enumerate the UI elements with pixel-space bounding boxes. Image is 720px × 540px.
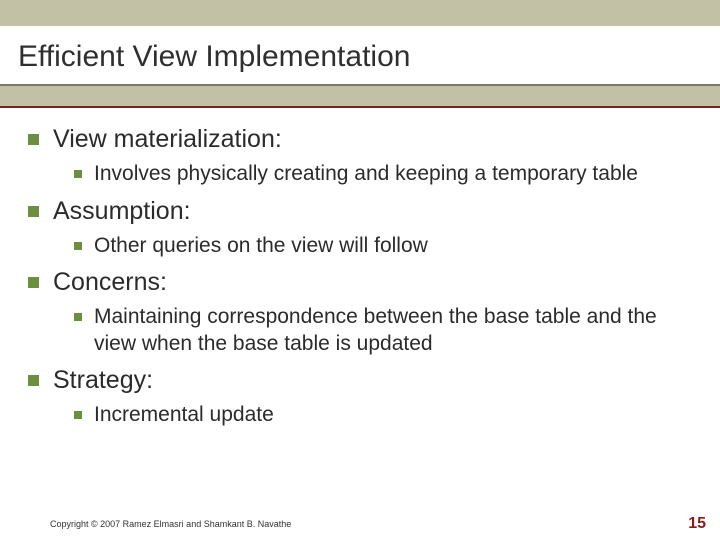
list-item: Concerns: xyxy=(28,267,692,298)
list-item-label: Other queries on the view will follow xyxy=(94,233,428,259)
top-decorative-band xyxy=(0,0,720,26)
slide-footer: Copyright © 2007 Ramez Elmasri and Shamk… xyxy=(0,512,720,540)
list-item: Other queries on the view will follow xyxy=(74,233,692,259)
list-item-label: Incremental update xyxy=(94,402,274,428)
list-item: View materialization: xyxy=(28,124,692,155)
square-bullet-icon xyxy=(28,375,39,386)
copyright-text: Copyright © 2007 Ramez Elmasri and Shamk… xyxy=(50,519,291,529)
list-item-label: Strategy: xyxy=(53,365,153,396)
title-underline-band xyxy=(0,84,720,106)
square-bullet-icon xyxy=(74,411,82,419)
slide-content: View materialization: Involves physicall… xyxy=(0,106,720,428)
square-bullet-icon xyxy=(74,313,82,321)
square-bullet-icon xyxy=(28,134,39,145)
list-item-label: Concerns: xyxy=(53,267,167,298)
list-item: Maintaining correspondence between the b… xyxy=(74,304,692,357)
title-area: Efficient View Implementation xyxy=(0,26,720,84)
list-item-label: View materialization: xyxy=(53,124,282,155)
list-item-label: Involves physically creating and keeping… xyxy=(94,161,638,187)
list-item: Assumption: xyxy=(28,196,692,227)
square-bullet-icon xyxy=(28,277,39,288)
list-item-label: Maintaining correspondence between the b… xyxy=(94,304,692,357)
list-item-label: Assumption: xyxy=(53,196,191,227)
list-item: Incremental update xyxy=(74,402,692,428)
square-bullet-icon xyxy=(74,170,82,178)
square-bullet-icon xyxy=(28,206,39,217)
list-item: Strategy: xyxy=(28,365,692,396)
list-item: Involves physically creating and keeping… xyxy=(74,161,692,187)
page-number: 15 xyxy=(688,515,706,533)
slide-title: Efficient View Implementation xyxy=(18,40,702,74)
square-bullet-icon xyxy=(74,242,82,250)
